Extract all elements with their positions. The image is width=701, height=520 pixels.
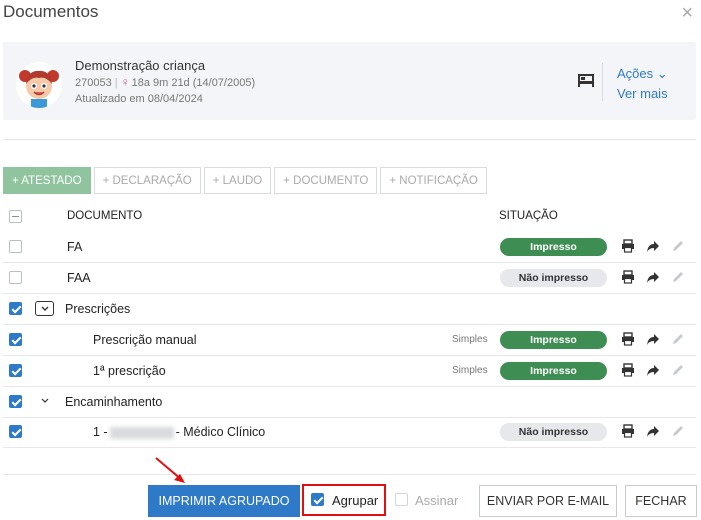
patient-info: 270053 | ♀ 18a 9m 21d (14/07/2005) xyxy=(75,75,255,89)
row-checkbox[interactable] xyxy=(9,364,22,377)
table-row: 1ª prescrição Simples Impresso xyxy=(3,356,696,387)
patient-card: Demonstração criança 270053 | ♀ 18a 9m 21d … xyxy=(3,42,696,120)
close-icon[interactable]: × xyxy=(681,2,693,25)
group-checkbox[interactable] xyxy=(9,302,22,315)
print-icon[interactable] xyxy=(621,332,635,346)
add-atestado-button[interactable]: + ATESTADO xyxy=(3,167,91,194)
edit-icon[interactable] xyxy=(671,424,685,438)
group-checkbox-agrupar[interactable] xyxy=(311,493,324,506)
status-badge: Não impresso xyxy=(500,269,607,287)
column-status: SITUAÇÃO xyxy=(499,210,558,222)
chevron-down-icon[interactable] xyxy=(41,398,49,403)
table-header: DOCUMENTO SITUAÇÃO xyxy=(3,202,696,233)
group-checkbox[interactable] xyxy=(9,395,22,408)
patient-id: 270053 xyxy=(75,77,112,89)
document-name: Prescrição manual xyxy=(93,333,197,347)
id-separator: | xyxy=(114,77,118,89)
edit-icon[interactable] xyxy=(671,332,685,346)
print-icon[interactable] xyxy=(621,424,635,438)
table-row: FA Impresso xyxy=(3,232,696,263)
status-badge: Impresso xyxy=(500,238,607,256)
redacted-name xyxy=(109,426,174,439)
dialog-title: Documentos xyxy=(3,2,99,21)
prescription-type: Simples xyxy=(452,334,488,345)
section-divider xyxy=(3,139,696,140)
print-icon[interactable] xyxy=(621,239,635,253)
row-checkbox[interactable] xyxy=(9,240,22,253)
referral-number: 1 - xyxy=(93,425,108,439)
chevron-down-icon: ⌄ xyxy=(656,66,668,81)
add-declaracao-button[interactable]: + DECLARAÇÃO xyxy=(93,167,201,194)
table-row: FAA Não impresso xyxy=(3,263,696,294)
annotation-arrow-icon xyxy=(155,457,185,483)
footer-divider xyxy=(3,474,696,475)
add-documento-button[interactable]: + DOCUMENTO xyxy=(274,167,378,194)
close-button[interactable]: FECHAR xyxy=(625,485,697,517)
table-group-row: Prescrições xyxy=(3,294,696,325)
status-badge: Não impresso xyxy=(500,423,607,441)
chevron-down-icon xyxy=(41,306,49,311)
row-checkbox[interactable] xyxy=(9,425,22,438)
actions-dropdown[interactable]: Ações ⌄ xyxy=(617,66,668,82)
table-row: 1 - - Médico Clínico Não impresso xyxy=(3,417,696,448)
expand-toggle[interactable] xyxy=(35,301,54,316)
row-checkbox[interactable] xyxy=(9,333,22,346)
female-icon: ♀ xyxy=(120,75,130,89)
status-badge: Impresso xyxy=(500,331,607,349)
group-name: Prescrições xyxy=(65,302,131,316)
edit-icon[interactable] xyxy=(671,239,685,253)
bed-icon[interactable] xyxy=(577,72,595,91)
card-divider xyxy=(602,63,603,101)
add-laudo-button[interactable]: + LAUDO xyxy=(203,167,272,194)
select-all-checkbox[interactable] xyxy=(9,210,22,223)
document-name: FAA xyxy=(67,271,91,285)
patient-updated: Atualizado em 08/04/2024 xyxy=(75,93,203,105)
table-group-row: Encaminhamento xyxy=(3,387,696,418)
share-icon[interactable] xyxy=(646,239,660,253)
prescription-type: Simples xyxy=(452,365,488,376)
group-label[interactable]: Agrupar xyxy=(332,493,378,508)
print-icon[interactable] xyxy=(621,363,635,377)
referral-specialty: - Médico Clínico xyxy=(175,425,266,439)
document-name: 1ª prescrição xyxy=(93,364,166,378)
patient-age: 18a 9m 21d (14/07/2005) xyxy=(131,77,256,89)
edit-icon[interactable] xyxy=(671,363,685,377)
send-email-button[interactable]: ENVIAR POR E-MAIL xyxy=(479,485,617,517)
group-name: Encaminhamento xyxy=(65,395,163,409)
add-notificacao-button[interactable]: + NOTIFICAÇÃO xyxy=(380,167,487,194)
print-icon[interactable] xyxy=(621,270,635,284)
document-name: FA xyxy=(67,240,83,254)
edit-icon[interactable] xyxy=(671,270,685,284)
table-row: Prescrição manual Simples Impresso xyxy=(3,325,696,356)
add-document-toolbar: + ATESTADO + DECLARAÇÃO + LAUDO + DOCUME… xyxy=(3,167,490,194)
print-grouped-button[interactable]: IMPRIMIR AGRUPADO xyxy=(148,485,300,517)
share-icon[interactable] xyxy=(646,424,660,438)
patient-avatar xyxy=(16,62,62,108)
sign-label[interactable]: Assinar xyxy=(415,493,458,508)
row-checkbox[interactable] xyxy=(9,271,22,284)
see-more-link[interactable]: Ver mais xyxy=(617,86,668,101)
patient-name: Demonstração criança xyxy=(75,58,206,73)
column-document: DOCUMENTO xyxy=(67,210,143,222)
share-icon[interactable] xyxy=(646,270,660,284)
share-icon[interactable] xyxy=(646,332,660,346)
sign-checkbox[interactable] xyxy=(395,493,408,506)
document-name: 1 - - Médico Clínico xyxy=(93,425,265,439)
share-icon[interactable] xyxy=(646,363,660,377)
status-badge: Impresso xyxy=(500,362,607,380)
